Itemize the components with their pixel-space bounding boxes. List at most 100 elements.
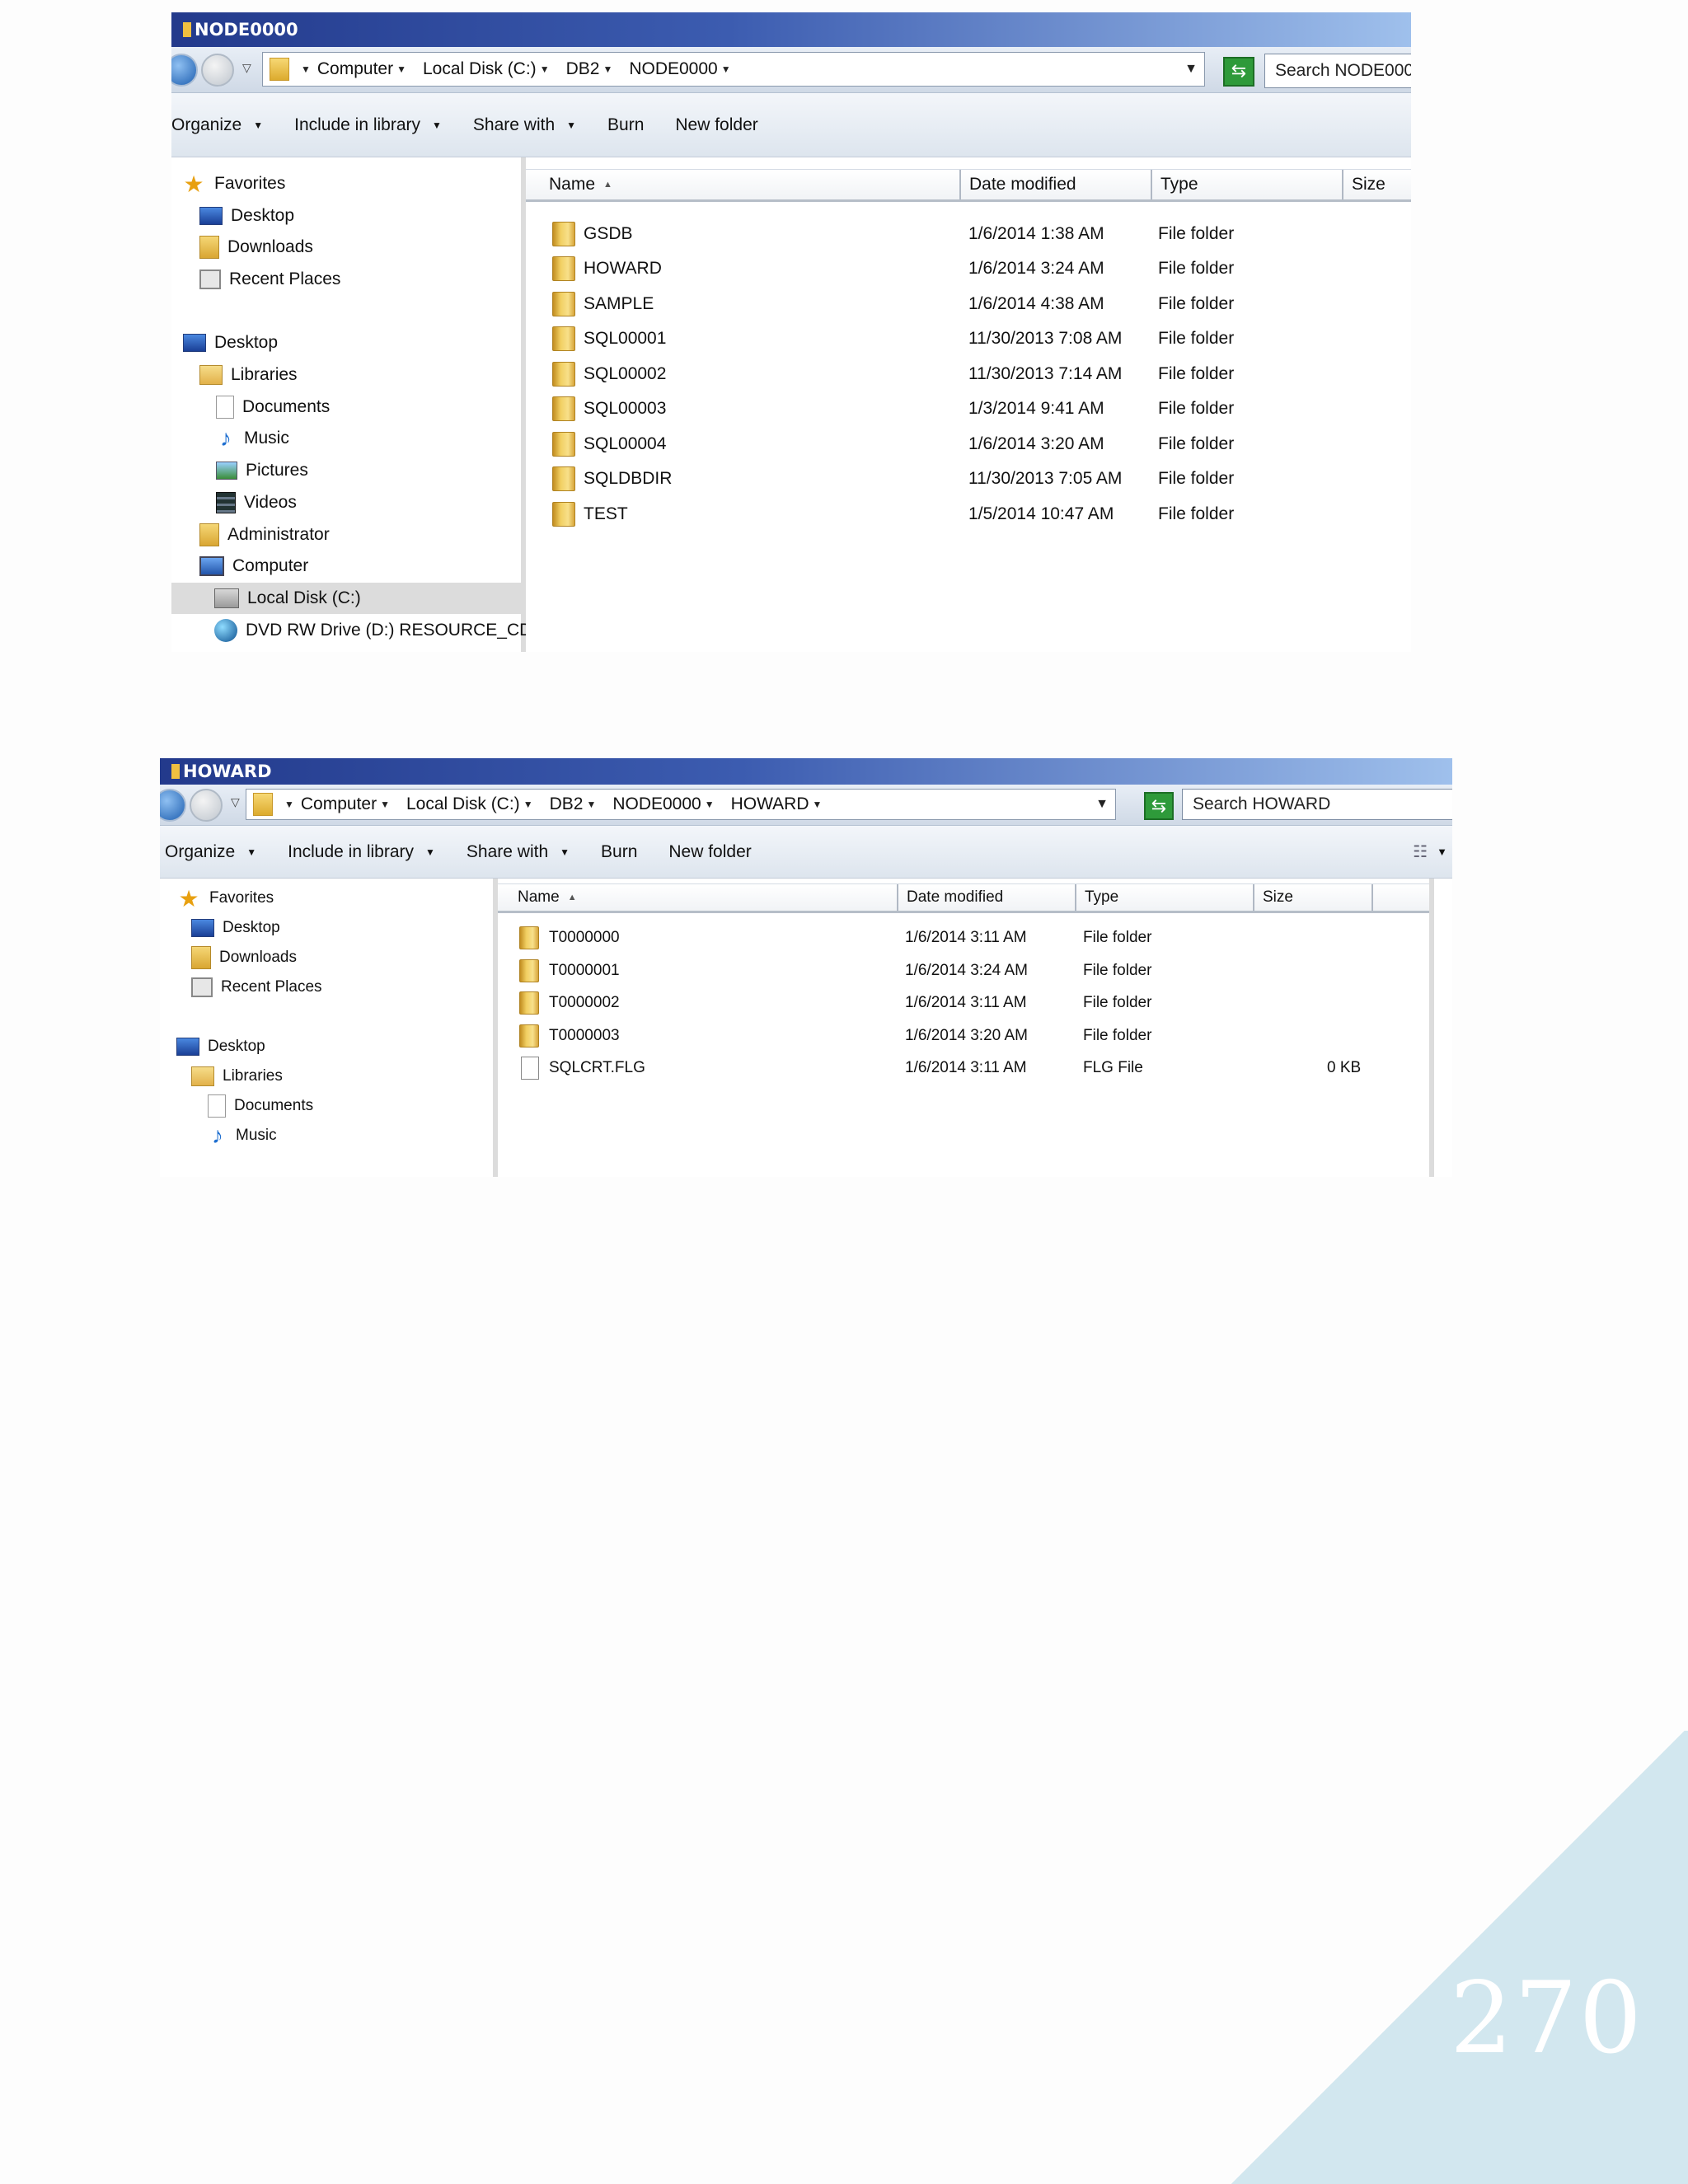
dvd-icon [214,619,237,642]
nav-desktop[interactable]: Desktop [171,327,521,359]
breadcrumb-db2[interactable]: DB2 ▼ [566,59,620,79]
table-row[interactable]: T0000000 1/6/2014 3:11 AM File folder [498,921,1429,954]
file-list-pane: Name ▲ Date modified Type Size T0000000 1/… [498,879,1434,1177]
folder-icon [552,502,575,527]
nav-music[interactable]: ♪ Music [171,423,521,454]
nav-libraries[interactable]: Libraries [160,1062,493,1091]
nav-pictures[interactable]: Pictures [171,455,521,486]
nav-fav-desktop[interactable]: Desktop [171,200,521,232]
title-bar: HOWARD [160,758,1452,785]
nav-administrator[interactable]: Administrator [171,519,521,551]
folder-icon [552,432,575,457]
nav-fav-desktop[interactable]: Desktop [160,913,493,943]
breadcrumb-computer[interactable]: Computer ▼ [301,794,396,814]
table-row[interactable]: TEST 1/5/2014 10:47 AM File folder [526,497,1411,532]
music-icon: ♪ [220,425,232,451]
column-size[interactable]: Size [1343,170,1411,199]
breadcrumb-local-disk[interactable]: Local Disk (C:) ▼ [423,59,556,79]
table-row[interactable]: SQL00003 1/3/2014 9:41 AM File folder [526,391,1411,426]
forward-button[interactable] [201,54,234,87]
back-button[interactable] [171,54,198,87]
table-row[interactable]: HOWARD 1/6/2014 3:24 AM File folder [526,251,1411,286]
recent-places-icon [191,977,213,997]
computer-icon [199,556,224,576]
change-view-icon[interactable]: ☷ [1413,841,1428,862]
table-row[interactable]: SQL00004 1/6/2014 3:20 AM File folder [526,427,1411,462]
navigation-bar: ▽ ▼ Computer ▼ Local Disk (C:) ▼ DB2 ▼ NODE… [160,785,1452,826]
nav-computer[interactable]: Computer [171,551,521,582]
back-button[interactable] [160,789,186,822]
share-with-menu[interactable]: Share with ▼ [473,115,576,135]
chevron-down-icon[interactable]: ▼ [284,799,294,810]
breadcrumb-node0000[interactable]: NODE0000 ▼ [612,794,720,814]
nav-downloads[interactable]: Downloads [160,943,493,972]
share-with-menu[interactable]: Share with ▼ [467,842,570,862]
recent-pages-dropdown[interactable]: ▽ [231,796,240,809]
title-bar: NODE0000 [171,12,1411,47]
table-row[interactable]: SQLCRT.FLG 1/6/2014 3:11 AM FLG File 0 KB [498,1052,1429,1085]
column-type[interactable]: Type [1076,884,1254,911]
address-dropdown-icon[interactable]: ▼ [1184,62,1198,77]
address-bar[interactable]: ▼ Computer ▼ Local Disk (C:) ▼ DB2 ▼ NODE00… [246,789,1116,820]
column-header: Name ▲ Date modified Type Size [498,883,1429,913]
view-options-dropdown-icon[interactable]: ▼ [1437,846,1447,858]
file-icon [521,1057,539,1080]
page-number: 270 [1449,1961,1643,2076]
documents-icon [208,1094,226,1118]
nav-desktop[interactable]: Desktop [160,1032,493,1062]
breadcrumb-howard[interactable]: HOWARD ▼ [731,794,829,814]
breadcrumb-node0000[interactable]: NODE0000 ▼ [629,59,737,79]
organize-menu[interactable]: Organize ▼ [165,842,256,862]
nav-favorites[interactable]: ★ Favorites [160,883,493,913]
burn-button[interactable]: Burn [607,115,644,135]
folder-icon [552,222,575,246]
organize-menu[interactable]: Organize ▼ [171,115,263,135]
address-bar[interactable]: ▼ Computer ▼ Local Disk (C:) ▼ DB2 ▼ NODE00… [262,52,1205,87]
address-dropdown-icon[interactable]: ▼ [1095,797,1109,812]
new-folder-button[interactable]: New folder [668,842,751,862]
nav-dvd-drive[interactable]: DVD RW Drive (D:) RESOURCE_CD [171,615,532,646]
table-row[interactable]: T0000001 1/6/2014 3:24 AM File folder [498,954,1429,987]
recent-pages-dropdown[interactable]: ▽ [242,62,251,75]
breadcrumb-computer[interactable]: Computer ▼ [317,59,413,79]
breadcrumb-db2[interactable]: DB2 ▼ [550,794,603,814]
refresh-button[interactable]: ⇆ [1223,57,1254,87]
column-size[interactable]: Size [1254,884,1373,911]
include-in-library-menu[interactable]: Include in library ▼ [294,115,442,135]
burn-button[interactable]: Burn [601,842,637,862]
table-row[interactable]: GSDB 1/6/2014 1:38 AM File folder [526,217,1411,251]
nav-recent-places[interactable]: Recent Places [160,972,493,1002]
column-type[interactable]: Type [1152,170,1343,199]
search-input[interactable]: Search NODE0000 [1264,54,1411,88]
table-row[interactable]: SQL00001 11/30/2013 7:08 AM File folder [526,321,1411,356]
refresh-button[interactable]: ⇆ [1144,792,1174,820]
table-row[interactable]: SAMPLE 1/6/2014 4:38 AM File folder [526,287,1411,321]
column-name[interactable]: Name ▲ [498,884,898,911]
nav-documents[interactable]: Documents [160,1091,493,1121]
folder-icon [183,22,191,37]
forward-button[interactable] [190,789,223,822]
nav-downloads[interactable]: Downloads [171,232,521,263]
folder-icon [552,396,575,421]
chevron-down-icon[interactable]: ▼ [301,63,311,75]
table-row[interactable]: SQL00002 11/30/2013 7:14 AM File folder [526,357,1411,391]
folder-icon [519,926,539,949]
search-input[interactable]: Search HOWARD [1182,789,1452,820]
nav-recent-places[interactable]: Recent Places [171,264,521,295]
nav-music[interactable]: ♪ Music [160,1121,493,1151]
breadcrumb-local-disk[interactable]: Local Disk (C:) ▼ [406,794,540,814]
column-date-modified[interactable]: Date modified [961,170,1152,199]
table-row[interactable]: T0000002 1/6/2014 3:11 AM File folder [498,987,1429,1019]
new-folder-button[interactable]: New folder [675,115,757,135]
column-date-modified[interactable]: Date modified [898,884,1076,911]
nav-documents[interactable]: Documents [171,391,521,423]
include-in-library-menu[interactable]: Include in library ▼ [288,842,435,862]
table-row[interactable]: SQLDBDIR 11/30/2013 7:05 AM File folder [526,462,1411,496]
table-row[interactable]: T0000003 1/6/2014 3:20 AM File folder [498,1019,1429,1052]
nav-local-disk[interactable]: Local Disk (C:) [171,583,521,614]
recent-places-icon [199,269,221,289]
nav-videos[interactable]: Videos [171,487,521,518]
nav-favorites[interactable]: ★ Favorites [171,167,521,200]
column-name[interactable]: Name ▲ [526,170,961,199]
nav-libraries[interactable]: Libraries [171,359,521,391]
